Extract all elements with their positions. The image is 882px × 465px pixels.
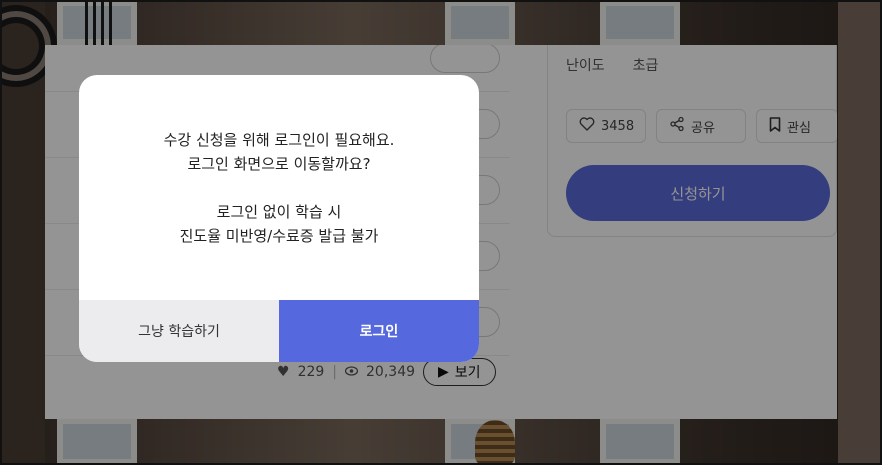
- login-button[interactable]: 로그인: [279, 300, 479, 362]
- modal-message: 수강 신청을 위해 로그인이 필요해요. 로그인 화면으로 이동할까요? 로그인…: [79, 75, 479, 300]
- login-required-modal: 수강 신청을 위해 로그인이 필요해요. 로그인 화면으로 이동할까요? 로그인…: [79, 75, 479, 362]
- continue-without-login-button[interactable]: 그냥 학습하기: [79, 300, 279, 362]
- modal-message-line: 로그인 화면으로 이동할까요?: [187, 154, 371, 173]
- modal-buttons: 그냥 학습하기 로그인: [79, 300, 479, 362]
- modal-warning-line: 진도율 미반영/수료증 발급 불가: [179, 226, 379, 245]
- modal-warning-line: 로그인 없이 학습 시: [216, 202, 342, 221]
- modal-message-line: 수강 신청을 위해 로그인이 필요해요.: [163, 130, 395, 149]
